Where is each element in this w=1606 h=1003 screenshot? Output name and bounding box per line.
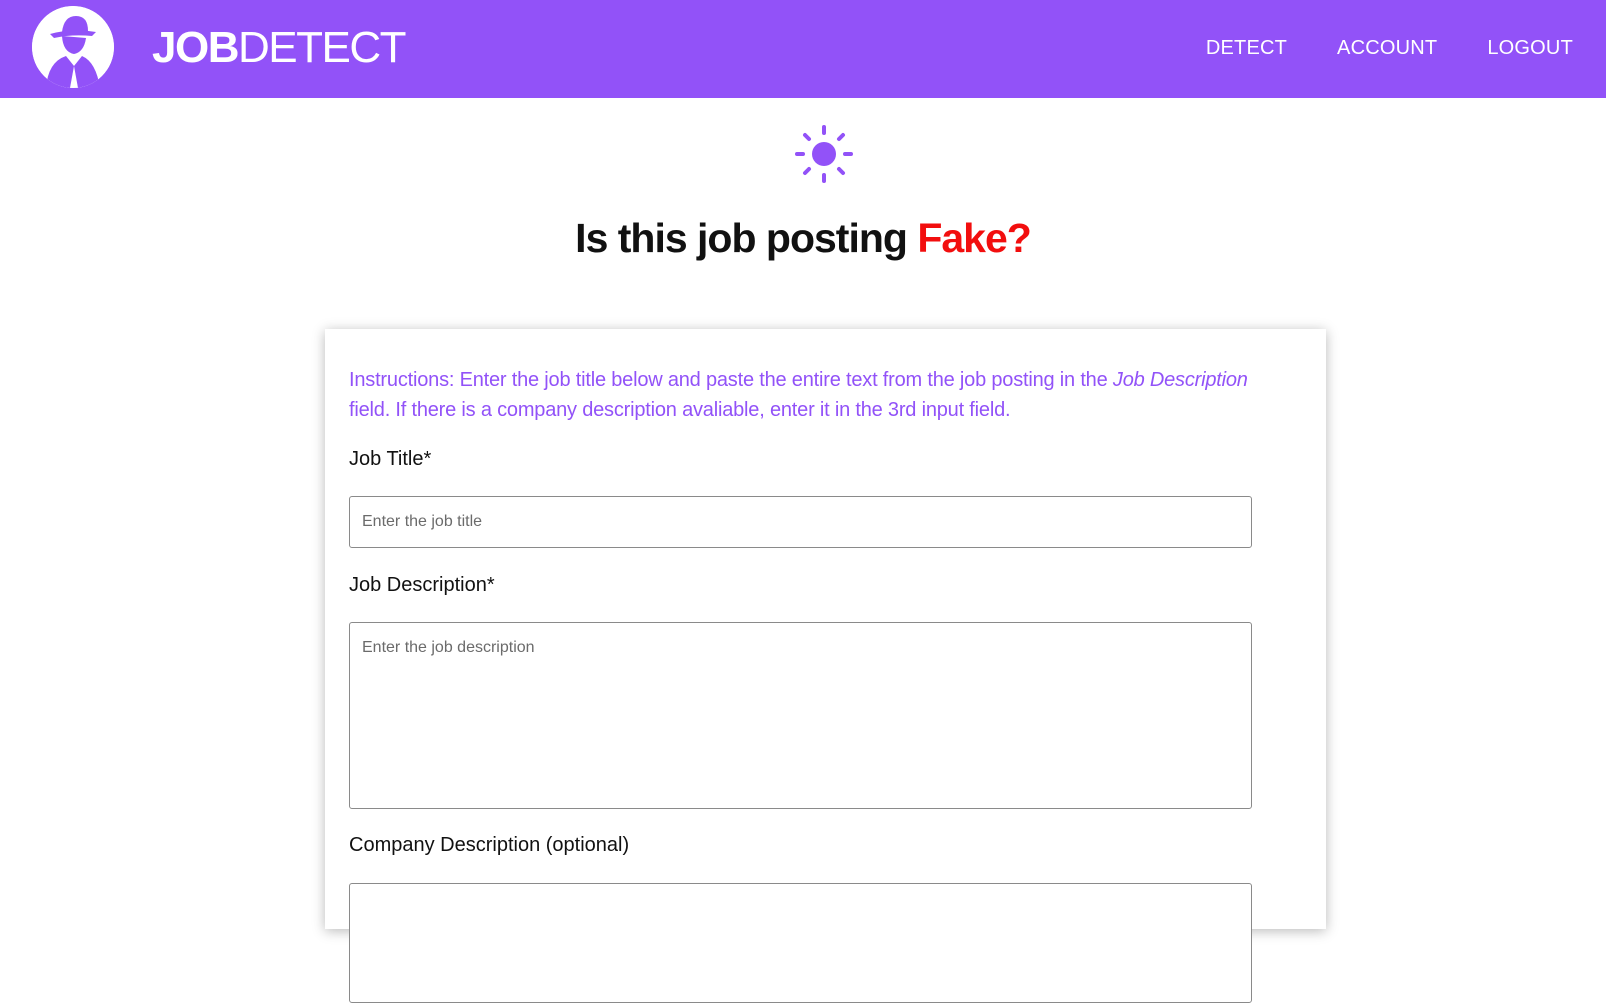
nav-links: DETECT ACCOUNT LOGOUT [1206,34,1573,62]
brand-light: DETECT [237,23,407,72]
nav-account-link[interactable]: ACCOUNT [1337,34,1437,62]
instructions-text: Instructions: Enter the job title below … [349,365,1279,425]
instructions-emphasis: Job Description [1112,369,1248,391]
nav-logout-link[interactable]: LOGOUT [1487,34,1573,62]
spy-logo-icon[interactable] [32,6,114,88]
title-highlight: Fake? [917,215,1031,261]
job-description-label: Job Description* [349,574,495,596]
title-prefix: Is this job posting [575,215,918,261]
detect-form-card: Instructions: Enter the job title below … [325,329,1326,1003]
instructions-part2: field. If there is a company description… [349,399,1011,421]
company-description-label: Company Description (optional) [349,834,630,856]
sun-icon [794,124,854,184]
job-title-input[interactable] [349,496,1252,548]
job-title-label: Job Title* [349,448,432,470]
job-description-textarea[interactable] [349,622,1252,809]
company-description-textarea[interactable] [349,883,1252,1003]
page-title: Is this job posting Fake? [0,210,1606,266]
brand-bold: JOB [152,23,239,72]
nav-detect-link[interactable]: DETECT [1206,34,1287,62]
instructions-part1: Instructions: Enter the job title below … [349,369,1113,391]
brand-wordmark[interactable]: JOBDETECT [152,22,407,74]
top-navbar: JOBDETECT DETECT ACCOUNT LOGOUT [0,0,1606,98]
